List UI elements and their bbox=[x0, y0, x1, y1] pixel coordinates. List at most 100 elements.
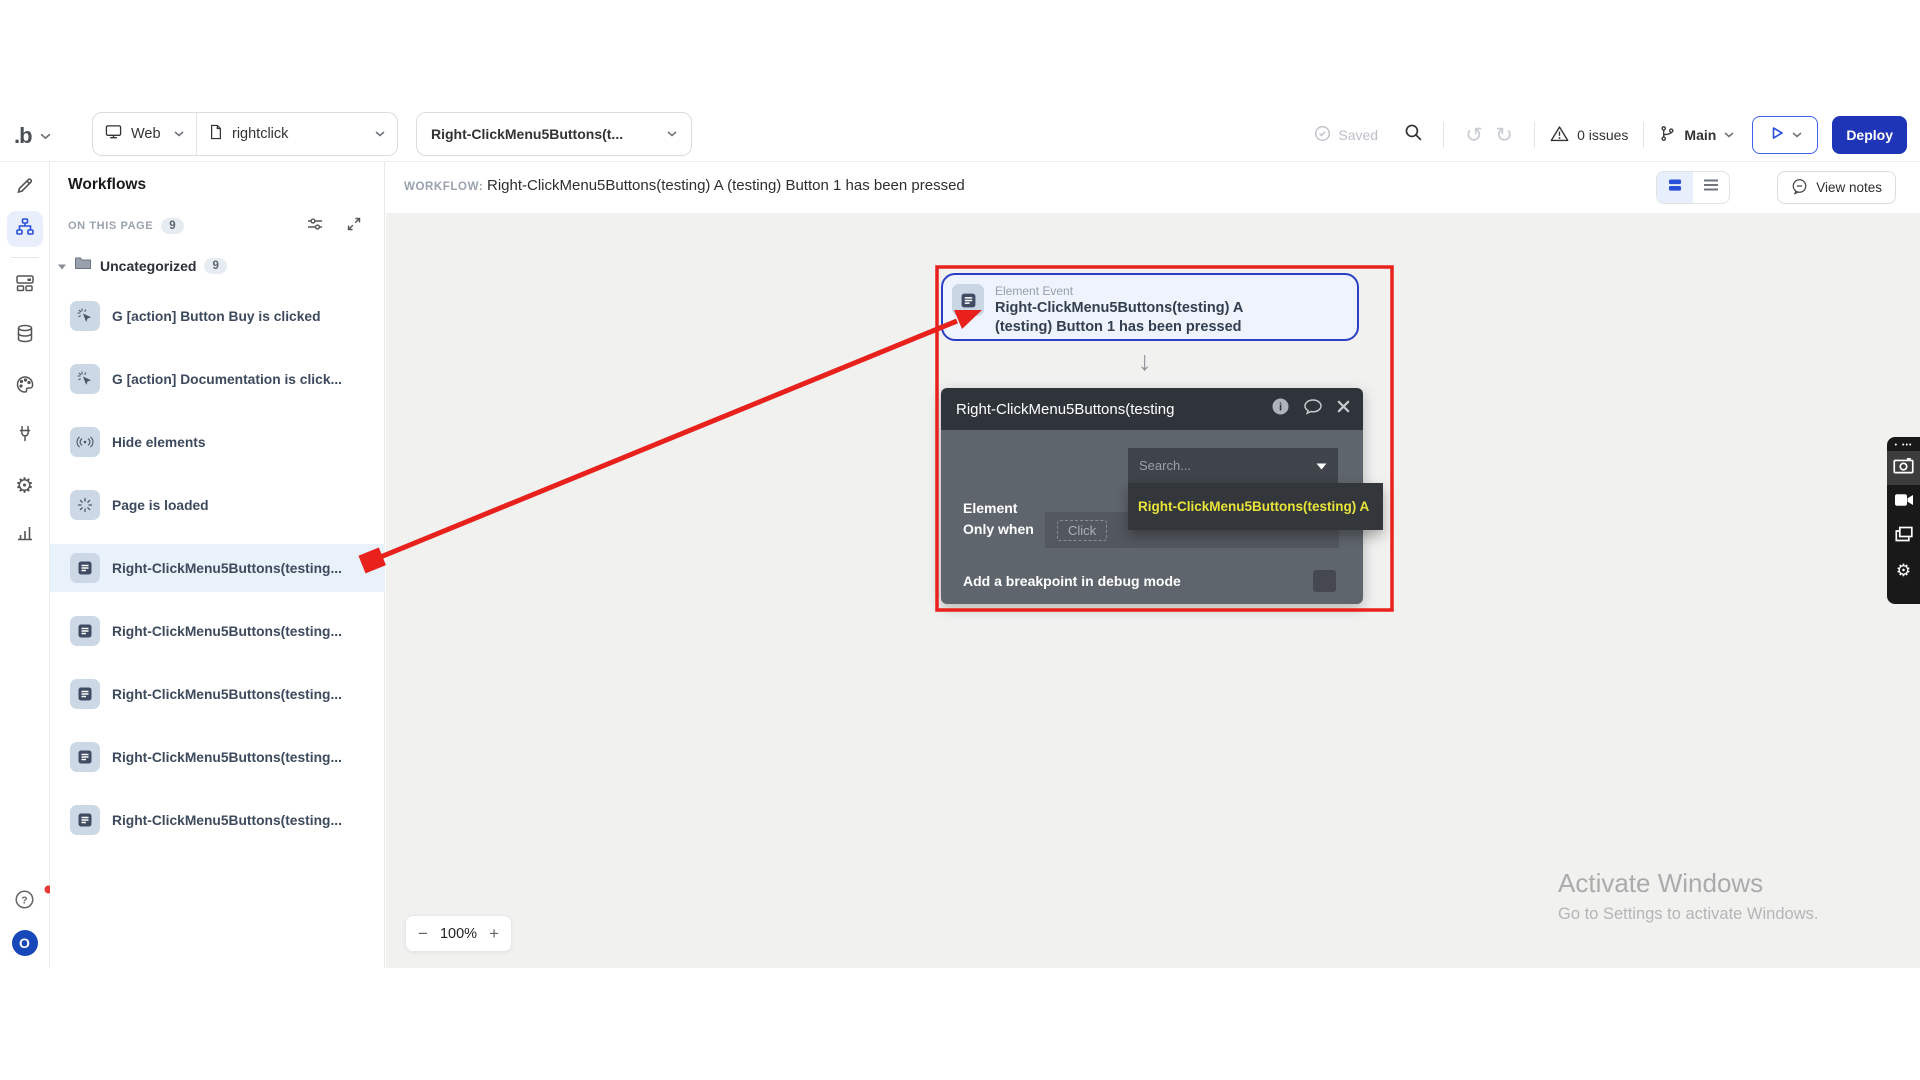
search-icon bbox=[1404, 123, 1423, 147]
action-card-header[interactable]: Right-ClickMenu5Buttons(testing i bbox=[941, 388, 1363, 430]
workflow-list-item[interactable]: Right-ClickMenu5Buttons(testing... bbox=[50, 670, 385, 718]
dot-icon: • bbox=[1894, 442, 1899, 449]
folder-uncategorized[interactable]: Uncategorized 9 bbox=[58, 256, 227, 275]
action-card-title: Right-ClickMenu5Buttons(testing bbox=[956, 400, 1175, 418]
help-button[interactable]: ? bbox=[0, 885, 52, 916]
bar-chart-icon bbox=[15, 523, 35, 548]
event-title: Right-ClickMenu5Buttons(testing) A (test… bbox=[995, 300, 1244, 335]
palette-icon bbox=[15, 375, 35, 400]
search-button[interactable] bbox=[1398, 120, 1428, 150]
workflow-note-icon bbox=[70, 616, 100, 646]
flow-down-arrow-icon: ↓ bbox=[1138, 346, 1152, 376]
event-node[interactable]: Element Event Right-ClickMenu5Buttons(te… bbox=[941, 273, 1359, 341]
bubble-logo: .b bbox=[14, 123, 33, 148]
styles-tab[interactable] bbox=[15, 375, 35, 400]
workflow-item-label: Right-ClickMenu5Buttons(testing... bbox=[112, 686, 342, 702]
workflow-selector-label: Right-ClickMenu5Buttons(t... bbox=[431, 126, 624, 142]
workflow-item-label: Right-ClickMenu5Buttons(testing... bbox=[112, 812, 342, 828]
breakpoint-checkbox[interactable] bbox=[1313, 570, 1336, 592]
page-dropdown[interactable]: rightclick bbox=[197, 113, 397, 155]
workflow-list-item[interactable]: Page is loaded bbox=[50, 481, 385, 529]
top-toolbar: .b Web rightclick Right-ClickMenu5Button… bbox=[0, 110, 1920, 162]
chevron-down-icon bbox=[174, 131, 184, 137]
expand-panel-button[interactable] bbox=[346, 216, 362, 237]
monitor-icon bbox=[105, 124, 122, 144]
list-view-icon bbox=[1703, 178, 1719, 197]
workflow-list-item[interactable]: Right-ClickMenu5Buttons(testing... bbox=[50, 796, 385, 844]
settings-tab[interactable]: ⚙ bbox=[15, 476, 34, 497]
zoom-out-button[interactable]: − bbox=[418, 924, 428, 944]
zoom-level: 100% bbox=[439, 925, 478, 942]
capture-settings-button[interactable]: ⚙ bbox=[1887, 553, 1920, 587]
divider bbox=[1534, 122, 1536, 148]
capture-more-menu[interactable]: • ••• bbox=[1887, 437, 1920, 451]
filter-sliders-button[interactable] bbox=[306, 216, 324, 237]
workflows-panel: Workflows ON THIS PAGE 9 Uncategorized 9 bbox=[50, 162, 385, 968]
divider bbox=[1443, 122, 1445, 148]
comment-bubble-icon[interactable] bbox=[1303, 398, 1323, 421]
zoom-control: − 100% + bbox=[405, 915, 512, 952]
zoom-in-button[interactable]: + bbox=[489, 924, 499, 944]
undo-button[interactable]: ↺ bbox=[1459, 123, 1489, 148]
platform-label: Web bbox=[131, 126, 161, 142]
data-tab[interactable] bbox=[15, 324, 35, 349]
redo-button[interactable]: ↻ bbox=[1489, 123, 1519, 148]
list-view-toggle[interactable] bbox=[1693, 172, 1729, 203]
left-icon-rail: ⚙ ? O bbox=[0, 162, 52, 968]
workflow-list-item[interactable]: Hide elements bbox=[50, 418, 385, 466]
account-avatar[interactable]: O bbox=[11, 930, 38, 956]
element-field-label: Element bbox=[963, 500, 1018, 516]
components-tab[interactable] bbox=[15, 273, 35, 298]
plug-icon bbox=[15, 424, 35, 449]
pencil-icon bbox=[15, 176, 35, 201]
platform-dropdown[interactable]: Web bbox=[93, 113, 197, 155]
workflow-tab[interactable] bbox=[6, 211, 43, 247]
play-icon bbox=[1769, 125, 1785, 146]
branch-dropdown[interactable]: Main bbox=[1659, 125, 1734, 145]
only-when-value[interactable]: Click bbox=[1057, 519, 1108, 541]
close-icon[interactable] bbox=[1336, 399, 1351, 419]
folder-name: Uncategorized bbox=[100, 257, 197, 274]
workflow-list-item[interactable]: G [action] Documentation is click... bbox=[50, 355, 385, 403]
event-kind-label: Element Event bbox=[995, 284, 1074, 298]
save-status: Saved bbox=[1314, 125, 1378, 145]
plugins-tab[interactable] bbox=[15, 424, 35, 449]
workflow-list-item[interactable]: Right-ClickMenu5Buttons(testing... bbox=[50, 607, 385, 655]
design-tab[interactable] bbox=[15, 176, 35, 201]
workflow-canvas[interactable]: Element Event Right-ClickMenu5Buttons(te… bbox=[386, 213, 1920, 968]
element-search-dropdown[interactable]: Search... bbox=[1128, 448, 1338, 483]
screenshot-camera-button[interactable] bbox=[1887, 451, 1920, 485]
workflow-item-label: G [action] Documentation is click... bbox=[112, 371, 342, 387]
watermark-title: Activate Windows bbox=[1558, 868, 1764, 898]
windows-capture-button[interactable] bbox=[1887, 519, 1920, 553]
card-view-toggle[interactable] bbox=[1657, 172, 1693, 203]
element-dropdown-option[interactable]: Right-ClickMenu5Buttons(testing) A bbox=[1128, 483, 1383, 530]
workflow-item-label: Right-ClickMenu5Buttons(testing... bbox=[112, 623, 342, 639]
panel-title: Workflows bbox=[68, 176, 147, 193]
workflow-list-item-selected[interactable]: Right-ClickMenu5Buttons(testing... bbox=[50, 544, 385, 592]
chevron-down-icon bbox=[1724, 132, 1734, 138]
issues-button[interactable]: 0 issues bbox=[1550, 125, 1628, 145]
workflow-list-item[interactable]: G [action] Button Buy is clicked bbox=[50, 292, 385, 340]
workflow-header-title: Right-ClickMenu5Buttons(testing) A (test… bbox=[487, 177, 965, 194]
app-menu[interactable]: .b bbox=[14, 118, 51, 154]
cursor-click-icon bbox=[70, 301, 100, 331]
video-camera-icon bbox=[1894, 493, 1914, 512]
layers-icon bbox=[1894, 526, 1913, 547]
preview-button[interactable] bbox=[1752, 116, 1819, 154]
on-this-page-section: ON THIS PAGE 9 bbox=[68, 218, 184, 234]
workflow-header-label: WORKFLOW: bbox=[404, 181, 484, 193]
view-notes-button[interactable]: View notes bbox=[1777, 171, 1896, 204]
logs-tab[interactable] bbox=[15, 523, 35, 548]
folder-count-badge: 9 bbox=[204, 257, 227, 274]
page-label: rightclick bbox=[232, 126, 289, 142]
chevron-down-icon bbox=[375, 131, 385, 137]
video-record-button[interactable] bbox=[1887, 485, 1920, 519]
info-icon[interactable]: i bbox=[1271, 397, 1290, 421]
workflow-selector-dropdown[interactable]: Right-ClickMenu5Buttons(t... bbox=[416, 112, 692, 156]
deploy-button[interactable]: Deploy bbox=[1832, 116, 1907, 154]
workflow-list-item[interactable]: Right-ClickMenu5Buttons(testing... bbox=[50, 733, 385, 781]
caret-down-icon bbox=[1316, 457, 1327, 475]
page-icon bbox=[209, 124, 223, 144]
question-circle-icon: ? bbox=[14, 889, 36, 916]
